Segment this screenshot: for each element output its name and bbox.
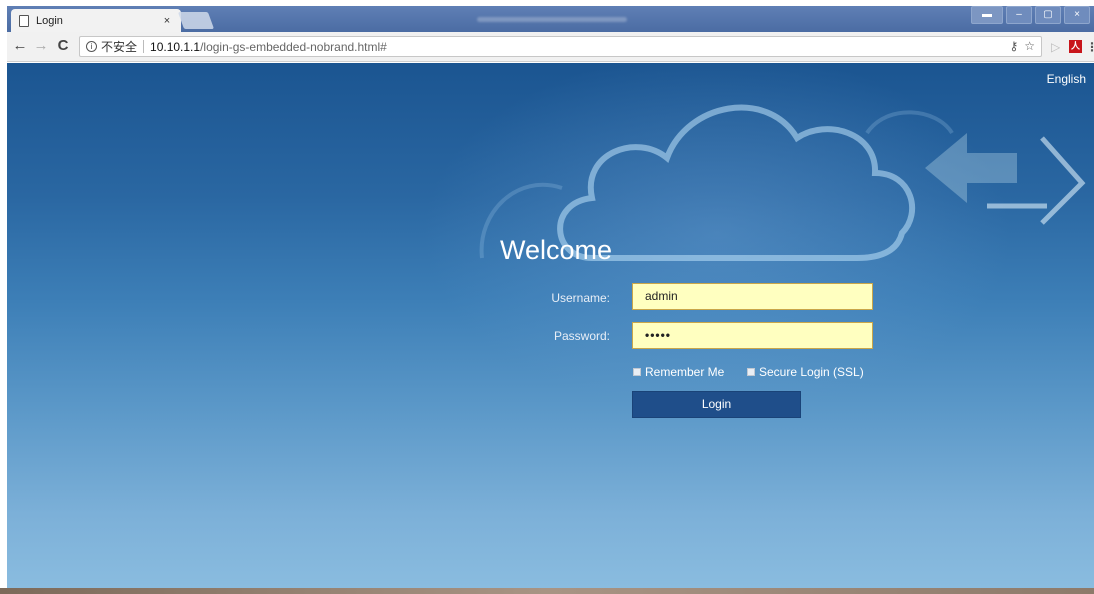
minimize-button[interactable]: – [1006, 6, 1032, 24]
url-host: 10.10.1.1 [150, 39, 201, 54]
new-tab-button[interactable] [177, 12, 215, 29]
tab-close-icon[interactable]: × [159, 15, 175, 27]
remember-me-label[interactable]: Remember Me [645, 365, 724, 379]
password-field[interactable]: ••••• [632, 322, 873, 349]
welcome-heading: Welcome [500, 235, 613, 265]
username-label: Username: [551, 291, 610, 305]
reload-icon[interactable]: C [54, 38, 72, 54]
key-icon[interactable]: ⚷ [1009, 39, 1018, 53]
language-selector[interactable]: English [1047, 72, 1086, 86]
bookmark-star-icon[interactable]: ☆ [1024, 39, 1035, 53]
login-page: English Welcome Username: admin Password… [7, 63, 1094, 594]
checkbox-box[interactable] [747, 368, 755, 376]
maximize-button[interactable]: ▢ [1035, 6, 1061, 24]
tab-title: Login [36, 14, 63, 27]
taskbar-strip [0, 588, 1094, 594]
not-secure-label[interactable]: 不安全 [101, 38, 137, 55]
window-title-blurred [477, 17, 627, 22]
omnibox-actions: ⚷ ☆ [1009, 39, 1035, 53]
browser-menu-icon[interactable]: ⋮ [1086, 40, 1094, 54]
address-bar-row: ← → C i 不安全 10.10.1.1 /login-gs-embedded… [7, 32, 1094, 62]
info-icon[interactable]: i [86, 41, 97, 52]
page-icon [19, 14, 29, 27]
url-input[interactable]: i 不安全 10.10.1.1 /login-gs-embedded-nobra… [79, 36, 1042, 57]
username-field[interactable]: admin [632, 283, 873, 310]
window-controls: ▬ – ▢ × [971, 6, 1090, 24]
remember-me-checkbox[interactable]: Remember Me [633, 365, 724, 379]
tab-bar: Login × ▬ – ▢ × [7, 6, 1094, 32]
user-profile-icon[interactable]: ▬ [971, 6, 1003, 24]
browser-window: Login × ▬ – ▢ × ← → C i 不安全 10.10.1.1 /l… [7, 6, 1094, 594]
pdf-extension-icon[interactable]: 人 [1069, 40, 1082, 53]
url-separator [143, 40, 145, 53]
close-window-button[interactable]: × [1064, 6, 1090, 24]
checkbox-box[interactable] [633, 368, 641, 376]
secure-login-checkbox[interactable]: Secure Login (SSL) [747, 365, 864, 379]
tab-login[interactable]: Login × [11, 9, 181, 32]
password-label: Password: [553, 329, 610, 343]
url-path: /login-gs-embedded-nobrand.html# [200, 39, 387, 54]
secure-login-label[interactable]: Secure Login (SSL) [759, 365, 864, 379]
login-button[interactable]: Login [632, 391, 801, 418]
forward-arrow-icon[interactable]: → [32, 38, 50, 54]
back-arrow-icon[interactable]: ← [11, 38, 29, 54]
play-extension-icon[interactable]: ▷ [1051, 40, 1060, 54]
